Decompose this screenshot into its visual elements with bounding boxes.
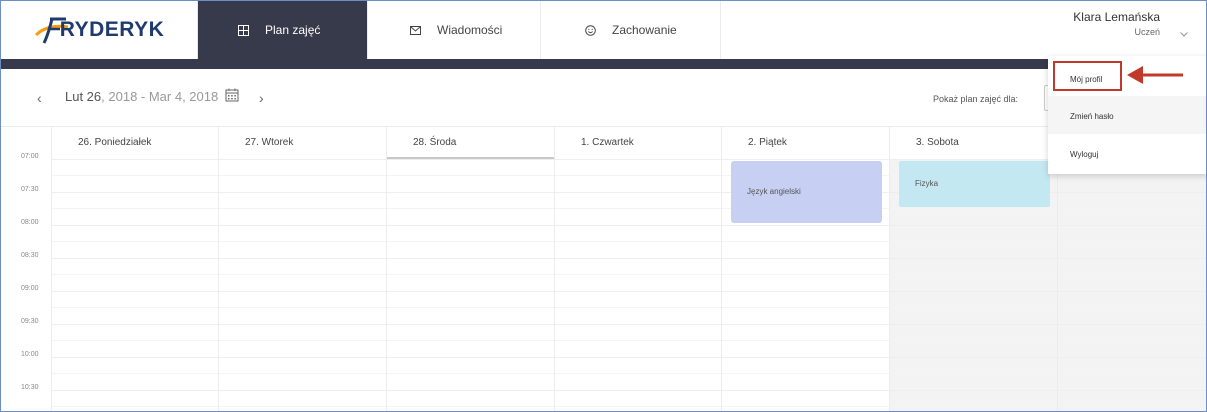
- slot-line: [51, 291, 1206, 292]
- date-range-start: Lut 26: [65, 89, 102, 104]
- date-range: Lut 26, 2018 - Mar 4, 2018: [65, 89, 218, 104]
- slot-line: [51, 258, 1206, 259]
- time-label: 07:30: [21, 186, 39, 193]
- slot-line: [51, 241, 1206, 242]
- user-name: Klara Lemańska: [1073, 10, 1160, 24]
- day-column-line: [218, 127, 219, 411]
- brand-name: RYDERYK: [59, 18, 165, 41]
- tab-label: Wiadomości: [437, 23, 503, 37]
- day-header: 3. Sobota: [889, 127, 1057, 159]
- slot-line: [51, 357, 1206, 358]
- logo[interactable]: RYDERYK: [1, 1, 198, 59]
- day-header: 1. Czwartek: [554, 127, 721, 159]
- day-header: 2. Piątek: [721, 127, 889, 159]
- slot-line: [51, 307, 1206, 308]
- day-column-line: [51, 127, 52, 411]
- next-week-button[interactable]: ›: [259, 90, 264, 106]
- menu-item-logout[interactable]: Wyloguj: [1048, 134, 1206, 172]
- calendar-icon[interactable]: [225, 88, 239, 107]
- slot-line: [51, 340, 1206, 341]
- menu-item-change-password[interactable]: Zmień hasło: [1048, 96, 1206, 134]
- slot-line: [51, 225, 1206, 226]
- time-label: 09:30: [21, 318, 39, 325]
- show-plan-for-label: Pokaż plan zajęć dla:: [933, 94, 1019, 104]
- day-column-line: [554, 127, 555, 411]
- user-menu-toggle[interactable]: Klara Lemańska Uczeń: [1073, 10, 1188, 42]
- nav-dark-band: [1, 59, 1206, 69]
- envelope-icon: [410, 25, 421, 35]
- event-fizyka[interactable]: Fizyka: [899, 161, 1050, 207]
- top-navigation: RYDERYK Plan zajęć Wiadomości Zachowanie…: [1, 1, 1206, 59]
- time-label: 09:00: [21, 285, 39, 292]
- event-jezyk-angielski[interactable]: Język angielski: [731, 161, 882, 223]
- day-column-line: [889, 127, 890, 411]
- time-label: 08:00: [21, 219, 39, 226]
- tab-plan-zajec[interactable]: Plan zajęć: [198, 1, 368, 59]
- tab-label: Plan zajęć: [265, 23, 321, 37]
- prev-week-button[interactable]: ‹: [37, 90, 42, 106]
- smiley-icon: [585, 24, 596, 36]
- slot-line: [51, 390, 1206, 391]
- day-headers: 26. Poniedziałek 27. Wtorek 28. Środa 1.…: [51, 127, 1206, 159]
- tab-zachowanie[interactable]: Zachowanie: [541, 1, 721, 59]
- day-column-line: [721, 127, 722, 411]
- tab-wiadomosci[interactable]: Wiadomości: [368, 1, 541, 59]
- calendar-toolbar: ‹ Lut 26, 2018 - Mar 4, 2018 › Pokaż pla…: [1, 69, 1206, 127]
- time-label: 08:30: [21, 252, 39, 259]
- day-header-active: 28. Środa: [386, 127, 554, 159]
- slot-line: [51, 159, 1206, 160]
- tab-label: Zachowanie: [612, 23, 677, 37]
- slot-line: [51, 208, 1206, 209]
- date-range-rest: , 2018 - Mar 4, 2018: [101, 89, 219, 104]
- day-column-line: [386, 127, 387, 411]
- slot-line: [51, 373, 1206, 374]
- slot-line: [51, 274, 1206, 275]
- chevron-down-icon[interactable]: [1180, 24, 1188, 42]
- day-header: 27. Wtorek: [218, 127, 386, 159]
- time-label: 10:30: [21, 384, 39, 391]
- slot-line: [51, 406, 1206, 407]
- time-label: 07:00: [21, 153, 39, 160]
- day-header: 26. Poniedziałek: [51, 127, 218, 159]
- user-role: Uczeń: [1134, 27, 1160, 37]
- app-window: RYDERYK Plan zajęć Wiadomości Zachowanie…: [0, 0, 1207, 412]
- time-label: 10:00: [21, 351, 39, 358]
- arrow-left-icon: [1127, 66, 1183, 84]
- grid-icon: [238, 24, 249, 36]
- highlight-box: [1053, 61, 1122, 91]
- user-info: Klara Lemańska Uczeń: [1073, 10, 1160, 37]
- slot-line: [51, 324, 1206, 325]
